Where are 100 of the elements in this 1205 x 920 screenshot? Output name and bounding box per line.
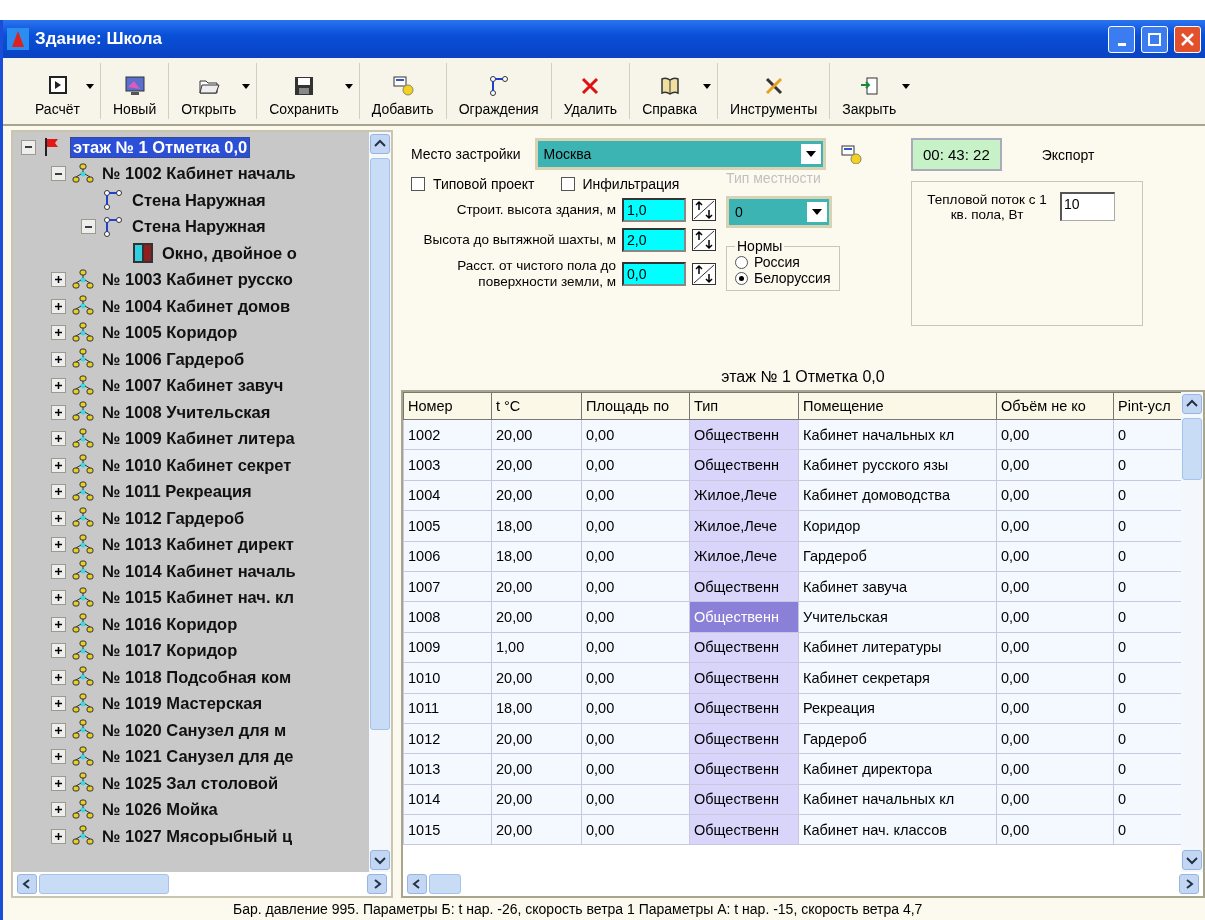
toolbar-button[interactable]: Удалить bbox=[557, 73, 624, 119]
minimize-button[interactable] bbox=[1108, 25, 1135, 53]
column-header[interactable]: Pint-усл bbox=[1113, 392, 1181, 420]
location-dropdown[interactable]: Москва bbox=[534, 138, 826, 170]
scroll-up-button[interactable] bbox=[370, 134, 390, 154]
expand-button[interactable] bbox=[51, 431, 66, 447]
tree-item[interactable]: № 1019 Мастерская bbox=[100, 694, 265, 714]
expand-button[interactable] bbox=[51, 510, 66, 526]
horizontal-scrollbar[interactable] bbox=[13, 872, 391, 896]
tree-item[interactable]: № 1014 Кабинет началь bbox=[100, 561, 298, 581]
scrollbar-thumb[interactable] bbox=[429, 874, 461, 894]
expand-button[interactable] bbox=[51, 775, 66, 791]
tree-item[interactable]: № 1021 Санузел для де bbox=[100, 747, 296, 767]
expand-button[interactable] bbox=[51, 669, 66, 685]
tree-item[interactable]: Стена Наружная bbox=[130, 190, 268, 210]
vertical-scrollbar[interactable] bbox=[369, 132, 391, 872]
expand-button[interactable] bbox=[51, 378, 66, 394]
tree-item[interactable]: № 1017 Коридор bbox=[100, 641, 240, 661]
expand-button[interactable] bbox=[51, 616, 66, 632]
toolbar-button[interactable]: Инструменты bbox=[724, 73, 824, 119]
toolbar-button[interactable]: Ограждения bbox=[452, 73, 545, 119]
tree-item[interactable]: № 1027 Мясорыбный ц bbox=[100, 826, 295, 846]
tree-item[interactable]: № 1006 Гардероб bbox=[100, 349, 247, 369]
tree-item[interactable]: № 1015 Кабинет нач. кл bbox=[100, 588, 297, 608]
scroll-left-button[interactable] bbox=[17, 874, 37, 894]
tree-item[interactable]: № 1013 Кабинет директ bbox=[100, 535, 296, 555]
tree-item[interactable]: Стена Наружная bbox=[130, 217, 268, 237]
toolbar-button[interactable]: Сохранить bbox=[263, 73, 345, 119]
column-header[interactable]: Тип bbox=[689, 392, 799, 420]
expand-button[interactable] bbox=[51, 696, 66, 712]
scroll-down-button[interactable] bbox=[1182, 850, 1202, 870]
caret-icon[interactable] bbox=[902, 84, 911, 89]
tree-item[interactable]: этаж № 1 Отметка 0,0 bbox=[70, 136, 251, 158]
radio-button[interactable] bbox=[735, 255, 748, 269]
scroll-left-button[interactable] bbox=[407, 874, 427, 894]
collapse-button[interactable] bbox=[81, 219, 96, 235]
tree-item[interactable]: № 1020 Санузел для м bbox=[100, 720, 289, 740]
expand-button[interactable] bbox=[51, 643, 66, 659]
tree-item[interactable]: № 1012 Гардероб bbox=[100, 508, 247, 528]
tree-item[interactable]: № 1016 Коридор bbox=[100, 614, 240, 634]
expand-button[interactable] bbox=[51, 272, 66, 288]
toolbar-button[interactable]: Закрыть bbox=[836, 73, 903, 119]
column-header[interactable]: Помещение bbox=[798, 392, 997, 420]
tree-item[interactable]: № 1010 Кабинет секрет bbox=[100, 455, 294, 475]
add-icon[interactable] bbox=[839, 144, 862, 164]
expand-button[interactable] bbox=[51, 325, 66, 341]
scrollbar-thumb[interactable] bbox=[370, 158, 390, 730]
tree-item[interactable]: № 1026 Мойка bbox=[100, 800, 220, 820]
expand-button[interactable] bbox=[51, 537, 66, 553]
expand-button[interactable] bbox=[51, 351, 66, 367]
toolbar-button[interactable]: Добавить bbox=[365, 73, 440, 119]
number-field[interactable]: 1,0 bbox=[622, 198, 686, 222]
column-header[interactable]: Площадь по bbox=[581, 392, 690, 420]
checkbox[interactable] bbox=[411, 177, 425, 191]
scrollbar-thumb[interactable] bbox=[1182, 418, 1202, 480]
expand-button[interactable] bbox=[51, 749, 66, 765]
toolbar-button[interactable]: Новый bbox=[107, 73, 163, 119]
toolbar-button[interactable]: Расчёт bbox=[29, 73, 86, 119]
tree-item[interactable]: № 1025 Зал столовой bbox=[100, 773, 281, 793]
spin-arrows-icon[interactable] bbox=[692, 199, 716, 221]
collapse-button[interactable] bbox=[51, 166, 66, 182]
caret-icon[interactable] bbox=[242, 84, 251, 89]
tree-item[interactable]: № 1008 Учительская bbox=[100, 402, 273, 422]
expand-button[interactable] bbox=[51, 722, 66, 738]
vertical-scrollbar[interactable] bbox=[1181, 392, 1203, 872]
scroll-down-button[interactable] bbox=[370, 850, 390, 870]
tree-item[interactable]: № 1007 Кабинет завуч bbox=[100, 376, 286, 396]
column-header[interactable]: Номер bbox=[403, 392, 492, 420]
toolbar-button[interactable]: Справка bbox=[636, 73, 704, 119]
toolbar-button[interactable]: Открыть bbox=[175, 73, 243, 119]
tree-item[interactable]: № 1002 Кабинет началь bbox=[100, 164, 298, 184]
number-field[interactable]: 0,0 bbox=[622, 262, 686, 286]
radio-button[interactable] bbox=[735, 271, 748, 285]
spin-arrows-icon[interactable] bbox=[692, 229, 716, 251]
expand-button[interactable] bbox=[51, 828, 66, 844]
expand-button[interactable] bbox=[51, 404, 66, 420]
caret-icon[interactable] bbox=[86, 84, 94, 89]
number-field[interactable]: 2,0 bbox=[622, 228, 686, 252]
expand-button[interactable] bbox=[51, 563, 66, 579]
expand-button[interactable] bbox=[51, 457, 66, 473]
tree-item[interactable]: № 1004 Кабинет домов bbox=[100, 296, 293, 316]
caret-icon[interactable] bbox=[703, 84, 712, 89]
spin-arrows-icon[interactable] bbox=[692, 263, 716, 285]
tree-item[interactable]: Окно, двойное о bbox=[160, 243, 299, 263]
caret-icon[interactable] bbox=[344, 84, 353, 89]
scroll-right-button[interactable] bbox=[367, 874, 387, 894]
expand-button[interactable] bbox=[51, 802, 66, 818]
close-button[interactable] bbox=[1174, 25, 1201, 53]
text-field[interactable]: 10 bbox=[1060, 192, 1115, 221]
export-label[interactable]: Экспорт bbox=[1041, 146, 1095, 163]
tree-item[interactable]: № 1011 Рекреация bbox=[100, 482, 254, 502]
tree-item[interactable]: № 1009 Кабинет литера bbox=[100, 429, 297, 449]
collapse-button[interactable] bbox=[21, 139, 36, 155]
expand-button[interactable] bbox=[51, 298, 66, 314]
maximize-button[interactable] bbox=[1141, 25, 1168, 53]
column-header[interactable]: t °C bbox=[491, 392, 582, 420]
tree-item[interactable]: № 1005 Коридор bbox=[100, 323, 240, 343]
tree-item[interactable]: № 1018 Подсобная ком bbox=[100, 667, 294, 687]
scrollbar-thumb[interactable] bbox=[39, 874, 169, 894]
expand-button[interactable] bbox=[51, 484, 66, 500]
